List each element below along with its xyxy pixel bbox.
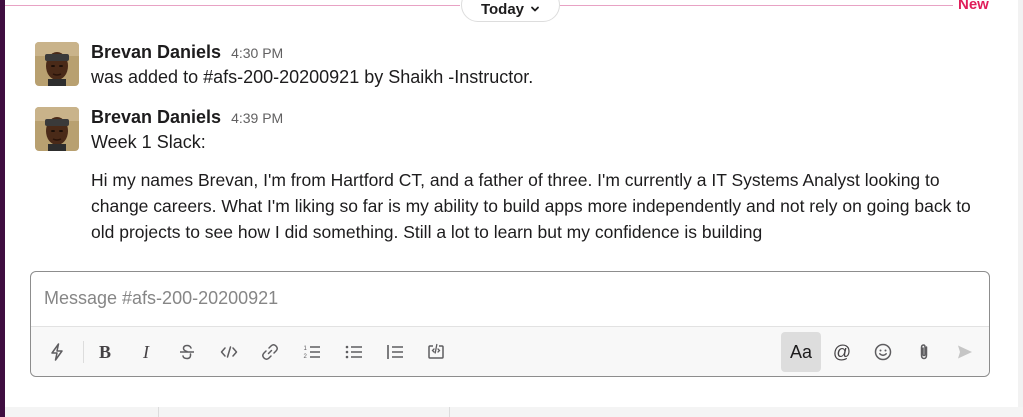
formatting-toolbar: B I 12 Aa @ (31, 326, 989, 376)
bold-icon: B (98, 341, 111, 362)
numbered-list-icon: 12 (304, 346, 320, 360)
channel-message-pane: Today New Brevan Daniels 4:30 PM was add… (5, 0, 1018, 407)
svg-text:2: 2 (304, 354, 308, 360)
message-paragraph: Hi my names Brevan, I'm from Hartford CT… (91, 170, 971, 242)
user-avatar-image (35, 42, 79, 86)
bottom-divider (449, 407, 450, 417)
avatar[interactable] (35, 107, 79, 151)
send-button[interactable] (945, 332, 985, 372)
new-messages-divider-left (5, 5, 460, 6)
bulleted-list-icon (345, 345, 362, 359)
strikethrough-icon (180, 344, 194, 360)
link-icon (262, 344, 278, 360)
bulleted-list-button[interactable] (334, 332, 374, 372)
date-divider-label: Today (480, 0, 525, 18)
italic-icon: I (143, 341, 149, 362)
link-button[interactable] (250, 332, 290, 372)
message-timestamp[interactable]: 4:39 PM (231, 110, 283, 126)
blockquote-button[interactable] (375, 332, 415, 372)
mention-button[interactable]: @ (822, 332, 862, 372)
text-format-icon: Aa (789, 341, 813, 362)
code-icon (220, 346, 238, 358)
ordered-list-button[interactable]: 12 (292, 332, 332, 372)
avatar[interactable] (35, 42, 79, 86)
date-divider-button[interactable]: Today (461, 0, 560, 22)
strikethrough-button[interactable] (167, 332, 207, 372)
paperclip-icon (920, 344, 928, 360)
message-input[interactable] (44, 286, 944, 310)
new-messages-label: New (958, 0, 989, 13)
emoji-icon (874, 343, 892, 361)
italic-button[interactable]: I (126, 332, 166, 372)
message-composer[interactable]: B I 12 (30, 271, 990, 377)
message-timestamp[interactable]: 4:30 PM (231, 45, 283, 61)
toolbar-separator (83, 341, 84, 363)
pane-right-edge (1018, 0, 1023, 417)
emoji-button[interactable] (863, 332, 903, 372)
send-icon (958, 345, 972, 359)
code-block-button[interactable] (416, 332, 456, 372)
message-text: Week 1 Slack: (91, 132, 206, 152)
bottom-divider (158, 407, 159, 417)
at-sign-icon: @ (832, 341, 852, 362)
user-avatar-image (35, 107, 79, 151)
message-author[interactable]: Brevan Daniels (91, 107, 221, 128)
svg-text:1: 1 (304, 346, 308, 352)
code-block-icon (428, 343, 444, 359)
new-messages-divider-right (560, 5, 953, 6)
shortcuts-button[interactable] (37, 332, 77, 372)
code-button[interactable] (209, 332, 249, 372)
formatting-toggle-button[interactable]: Aa (781, 332, 821, 372)
chevron-down-icon (531, 6, 539, 12)
lightning-icon (51, 343, 63, 361)
bold-button[interactable]: B (85, 332, 125, 372)
attach-button[interactable] (904, 332, 944, 372)
message-text: was added to #afs-200-20200921 by Shaikh… (91, 67, 534, 87)
message-author[interactable]: Brevan Daniels (91, 42, 221, 63)
blockquote-icon (387, 345, 403, 359)
